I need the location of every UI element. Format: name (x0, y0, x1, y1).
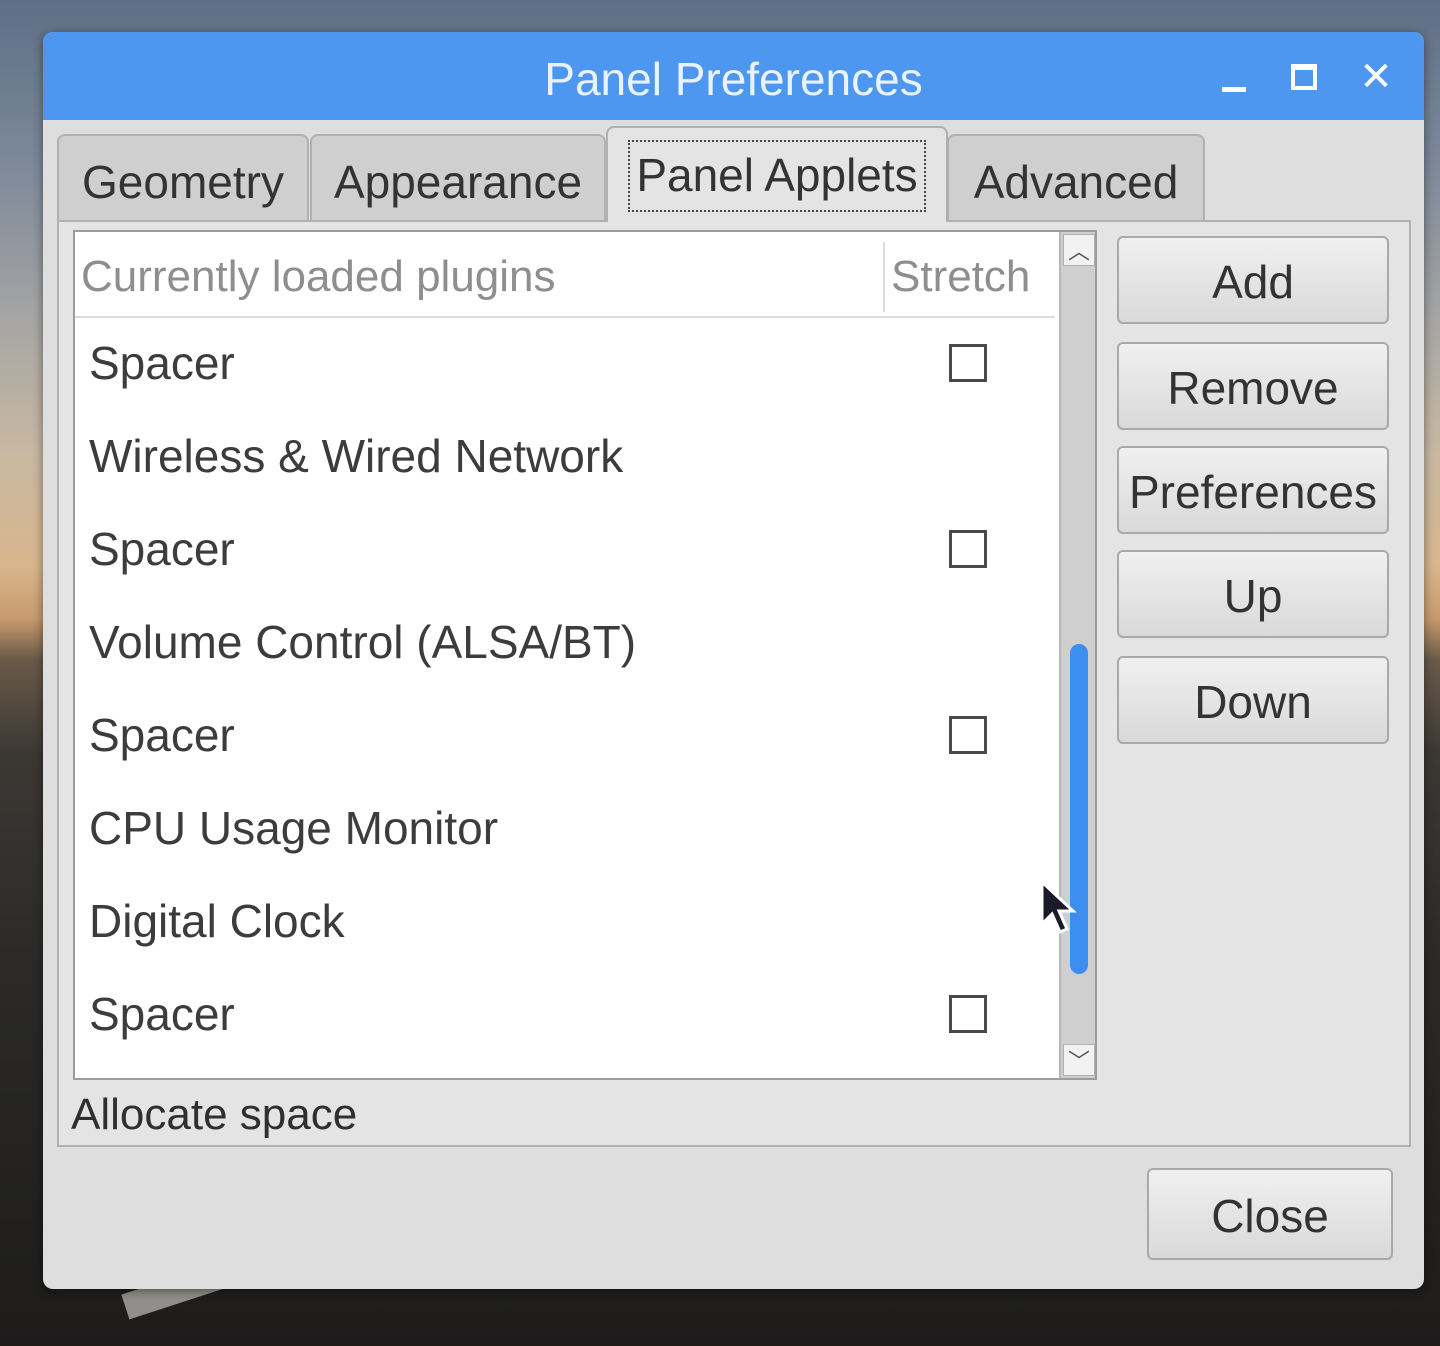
plugin-rows: BluetoothSpacerWireless & Wired NetworkS… (75, 232, 1055, 1061)
chevron-down-icon: ﹀ (1067, 1049, 1090, 1074)
list-item[interactable]: Wireless & Wired Network (75, 410, 1055, 503)
list-item[interactable]: Volume Control (ALSA/BT) (75, 596, 1055, 689)
list-header: Currently loaded plugins Stretch (75, 232, 1055, 318)
list-scrollbar[interactable]: ︿ ﹀ (1059, 232, 1095, 1078)
tab-geometry[interactable]: Geometry (57, 134, 309, 220)
column-separator (883, 242, 885, 312)
up-button[interactable]: Up (1117, 550, 1389, 638)
list-item[interactable]: CPU Usage Monitor (75, 782, 1055, 875)
close-icon: ✕ (1359, 55, 1393, 99)
column-header-plugins[interactable]: Currently loaded plugins (81, 232, 556, 316)
plugin-name: Wireless & Wired Network (89, 430, 624, 482)
plugin-name: CPU Usage Monitor (89, 802, 499, 854)
list-item[interactable]: Spacer (75, 317, 1055, 410)
minimize-button[interactable] (1209, 52, 1259, 102)
plugin-name: Spacer (89, 337, 235, 389)
stretch-checkbox[interactable] (949, 716, 987, 754)
list-item[interactable]: Spacer (75, 968, 1055, 1061)
status-text: Allocate space (71, 1090, 358, 1139)
plugin-name: Digital Clock (89, 895, 345, 947)
tab-panel-applets-label: Panel Applets (636, 149, 918, 201)
close-window-button[interactable]: ✕ (1351, 52, 1401, 102)
mouse-cursor-icon (1040, 880, 1077, 934)
plugin-name: Spacer (89, 709, 235, 761)
maximize-button[interactable] (1279, 52, 1329, 102)
list-item[interactable]: Spacer (75, 689, 1055, 782)
plugins-list[interactable]: Currently loaded plugins Stretch Bluetoo… (73, 230, 1097, 1080)
remove-button[interactable]: Remove (1117, 342, 1389, 430)
chevron-up-icon: ︿ (1067, 239, 1090, 264)
panel-preferences-window: Panel Preferences ✕ Geometry Appearance … (43, 32, 1424, 1289)
close-button[interactable]: Close (1147, 1168, 1393, 1260)
stretch-checkbox[interactable] (949, 344, 987, 382)
stretch-checkbox[interactable] (949, 995, 987, 1033)
list-item[interactable]: Spacer (75, 503, 1055, 596)
maximize-icon (1291, 64, 1317, 90)
down-button[interactable]: Down (1117, 656, 1389, 744)
scroll-up-button[interactable]: ︿ (1063, 234, 1095, 266)
tab-appearance[interactable]: Appearance (310, 134, 606, 220)
preferences-button[interactable]: Preferences (1117, 446, 1389, 534)
plugin-name: Spacer (89, 988, 235, 1040)
column-header-stretch[interactable]: Stretch (891, 232, 1030, 316)
scroll-down-button[interactable]: ﹀ (1063, 1044, 1095, 1076)
title-bar[interactable]: Panel Preferences ✕ (43, 32, 1424, 120)
stretch-checkbox[interactable] (949, 530, 987, 568)
tab-panel-applets-content: Currently loaded plugins Stretch Bluetoo… (57, 220, 1411, 1147)
tab-advanced[interactable]: Advanced (947, 134, 1205, 220)
add-button[interactable]: Add (1117, 236, 1389, 324)
plugin-name: Volume Control (ALSA/BT) (89, 616, 637, 668)
plugin-name: Spacer (89, 523, 235, 575)
list-item[interactable]: Digital Clock (75, 875, 1055, 968)
tab-panel-applets[interactable]: Panel Applets (606, 126, 948, 222)
minimize-icon (1222, 86, 1246, 92)
